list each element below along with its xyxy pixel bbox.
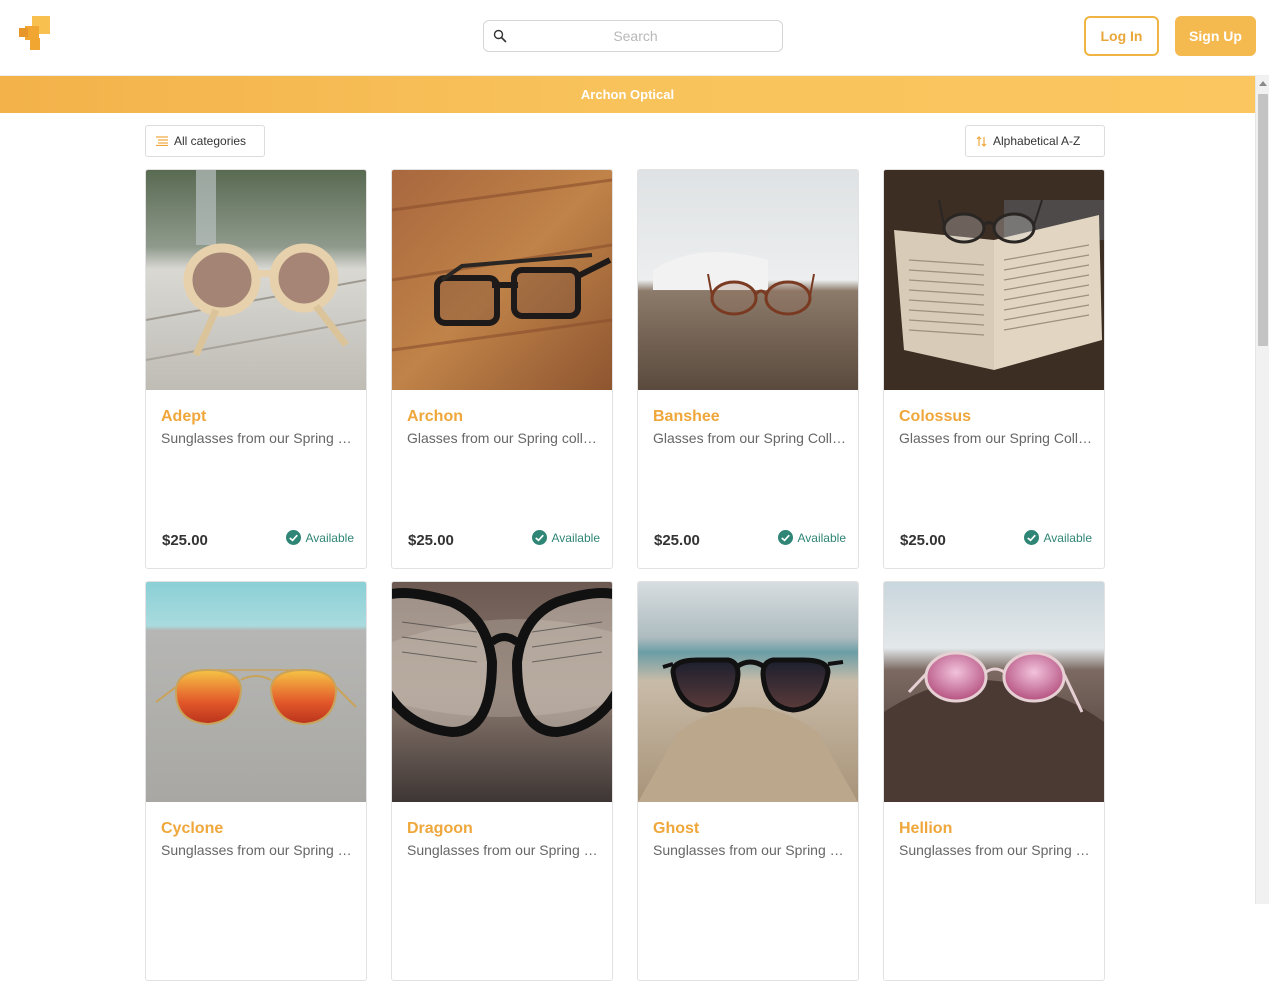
store-title: Archon Optical	[580, 87, 675, 102]
product-name[interactable]: Adept	[161, 408, 206, 426]
login-button[interactable]: Log In	[1084, 16, 1159, 56]
top-bar: Log In Sign Up	[0, 0, 1269, 76]
category-filter-button[interactable]: All categories	[145, 125, 265, 157]
product-description: Glasses from our Spring Collection	[899, 430, 1094, 446]
product-card[interactable]: Adept Sunglasses from our Spring collect…	[145, 169, 367, 569]
product-price: $25.00	[900, 532, 946, 549]
search-box[interactable]	[483, 20, 783, 52]
product-name[interactable]: Colossus	[899, 408, 971, 426]
check-circle-icon	[285, 530, 301, 545]
product-image	[392, 582, 612, 802]
product-name[interactable]: Dragoon	[407, 820, 473, 838]
availability-text: Available	[551, 530, 600, 545]
product-description: Sunglasses from our Spring collection	[161, 430, 356, 446]
availability-badge: Available	[285, 530, 354, 545]
product-price: $25.00	[162, 532, 208, 549]
product-description: Sunglasses from our Spring collection	[161, 842, 356, 858]
list-filter-icon	[156, 136, 168, 146]
product-description: Sunglasses from our Spring collection	[407, 842, 602, 858]
product-description: Glasses from our Spring collection	[407, 430, 602, 446]
product-image	[638, 170, 858, 390]
sort-arrows-icon	[976, 135, 987, 147]
check-circle-icon	[777, 530, 793, 545]
scrollbar-thumb[interactable]	[1258, 94, 1268, 346]
category-filter-label: All categories	[174, 134, 247, 148]
search-icon	[493, 29, 507, 43]
logo-icon[interactable]	[19, 16, 51, 52]
product-card[interactable]: Cyclone Sunglasses from our Spring colle…	[145, 581, 367, 981]
availability-text: Available	[305, 530, 354, 545]
product-image	[146, 170, 366, 390]
product-grid: Adept Sunglasses from our Spring collect…	[145, 169, 1105, 981]
product-image	[146, 582, 366, 802]
signup-button[interactable]: Sign Up	[1175, 16, 1256, 56]
product-image	[392, 170, 612, 390]
product-image	[638, 582, 858, 802]
sort-label: Alphabetical A-Z	[993, 134, 1081, 148]
product-name[interactable]: Banshee	[653, 408, 720, 426]
sort-button[interactable]: Alphabetical A-Z	[965, 125, 1105, 157]
product-price: $25.00	[654, 532, 700, 549]
product-name[interactable]: Archon	[407, 408, 463, 426]
product-description: Sunglasses from our Spring collection	[653, 842, 848, 858]
availability-text: Available	[797, 530, 846, 545]
product-card[interactable]: Hellion Sunglasses from our Spring colle…	[883, 581, 1105, 981]
product-card[interactable]: Dragoon Sunglasses from our Spring colle…	[391, 581, 613, 981]
product-description: Sunglasses from our Spring collection	[899, 842, 1094, 858]
store-banner: Archon Optical	[0, 76, 1255, 113]
availability-badge: Available	[777, 530, 846, 545]
product-name[interactable]: Cyclone	[161, 820, 223, 838]
product-card[interactable]: Colossus Glasses from our Spring Collect…	[883, 169, 1105, 569]
product-description: Glasses from our Spring Collection	[653, 430, 848, 446]
product-name[interactable]: Hellion	[899, 820, 952, 838]
search-input[interactable]	[507, 22, 764, 50]
product-price: $25.00	[408, 532, 454, 549]
page-scrollbar[interactable]	[1255, 76, 1269, 904]
availability-badge: Available	[1023, 530, 1092, 545]
availability-badge: Available	[531, 530, 600, 545]
availability-text: Available	[1043, 530, 1092, 545]
check-circle-icon	[1023, 530, 1039, 545]
product-card[interactable]: Archon Glasses from our Spring collectio…	[391, 169, 613, 569]
product-image	[884, 582, 1104, 802]
product-card[interactable]: Ghost Sunglasses from our Spring collect…	[637, 581, 859, 981]
product-name[interactable]: Ghost	[653, 820, 699, 838]
product-card[interactable]: Banshee Glasses from our Spring Collecti…	[637, 169, 859, 569]
check-circle-icon	[531, 530, 547, 545]
scroll-up-arrow-icon[interactable]	[1259, 81, 1267, 86]
product-image	[884, 170, 1104, 390]
